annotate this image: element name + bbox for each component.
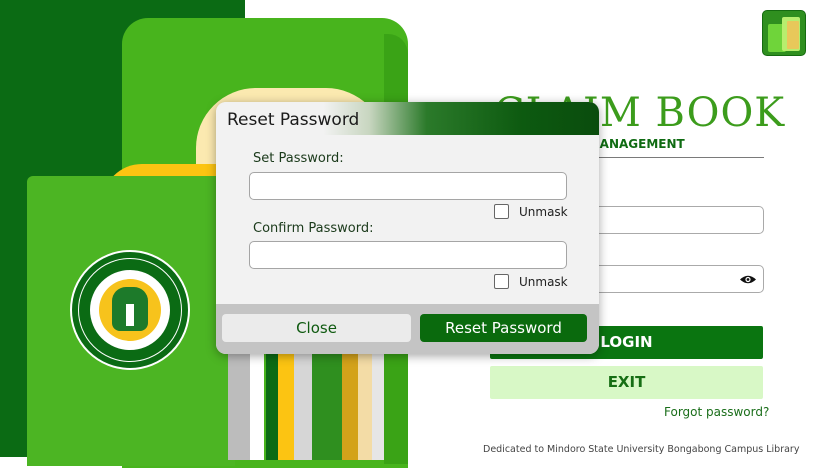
dialog-footer: Close Reset Password: [216, 304, 599, 354]
decorative-stripe: [384, 340, 408, 460]
decorative-stripe: [278, 340, 294, 460]
seal-blade: [126, 304, 134, 326]
university-seal-logo: [70, 250, 190, 370]
exit-button[interactable]: EXIT: [490, 366, 763, 399]
decorative-stripe: [312, 340, 342, 460]
dialog-title: Reset Password: [227, 110, 360, 130]
forgot-password-link[interactable]: Forgot password?: [664, 405, 769, 419]
decorative-stripe: [228, 340, 250, 460]
unmask-checkbox-set[interactable]: [494, 204, 509, 219]
books-logo-icon: [762, 10, 806, 56]
set-password-input[interactable]: [249, 172, 567, 200]
decorative-stripe: [358, 340, 372, 460]
dedication-text: Dedicated to Mindoro State University Bo…: [483, 444, 800, 455]
unmask-label-confirm: Unmask: [519, 275, 568, 289]
unmask-checkbox-confirm[interactable]: [494, 274, 509, 289]
decorative-stripe: [250, 340, 264, 460]
reset-password-dialog: Reset Password Set Password: Unmask Conf…: [216, 102, 599, 354]
confirm-password-label: Confirm Password:: [253, 221, 374, 236]
decorative-stripe: [372, 340, 384, 460]
decorative-stripe: [294, 340, 312, 460]
set-password-label: Set Password:: [253, 151, 344, 166]
dialog-header: Reset Password: [216, 102, 599, 135]
close-button[interactable]: Close: [222, 314, 411, 342]
eye-icon[interactable]: [739, 274, 757, 285]
decorative-stripe: [266, 340, 278, 460]
unmask-label-set: Unmask: [519, 205, 568, 219]
reset-password-button[interactable]: Reset Password: [420, 314, 587, 342]
decorative-stripe: [342, 340, 358, 460]
confirm-password-input[interactable]: [249, 241, 567, 269]
